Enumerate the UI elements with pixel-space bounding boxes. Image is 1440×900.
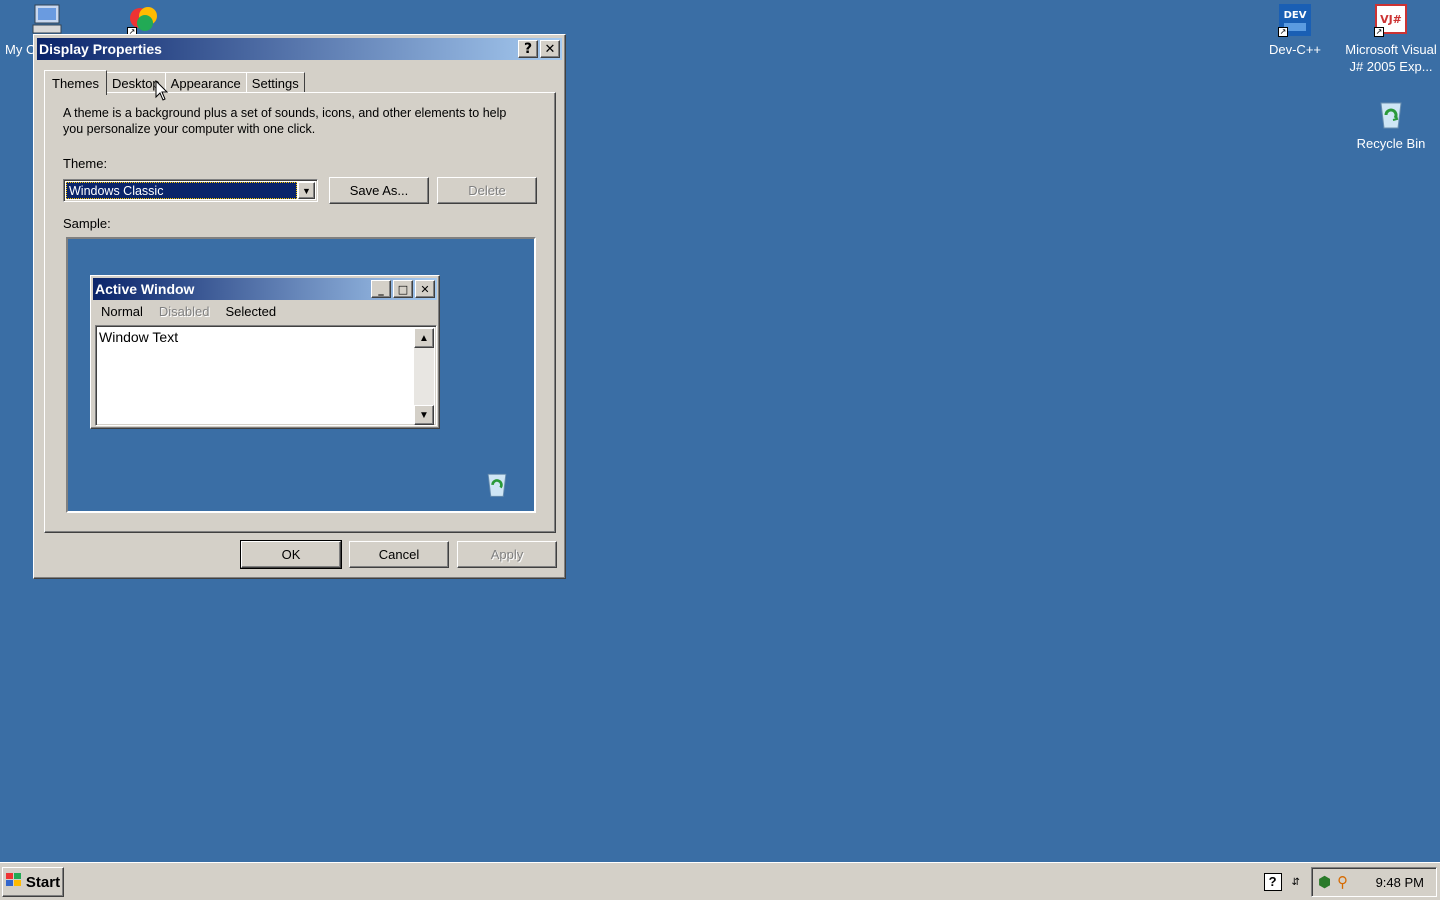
language-bar: ? ⇵ <box>1263 867 1300 897</box>
maximize-icon: □ <box>393 280 413 298</box>
start-label: Start <box>25 873 61 891</box>
vjsharp-icon: VJ# ↗ <box>1374 3 1408 37</box>
sample-window-text: Window Text <box>99 329 179 345</box>
desktop-icon-vjsharp[interactable]: VJ# ↗ Microsoft Visual J# 2005 Exp... <box>1341 3 1440 75</box>
svg-text:DEV: DEV <box>1284 10 1307 21</box>
theme-dropdown-value: Windows Classic <box>66 182 297 199</box>
devcpp-icon: DEV ↗ <box>1278 3 1312 37</box>
scroll-down-icon: ▼ <box>414 405 434 425</box>
theme-label: Theme: <box>63 156 108 171</box>
sample-menu-bar: Normal Disabled Selected <box>93 300 437 322</box>
close-button[interactable]: ✕ <box>540 40 560 58</box>
save-as-button[interactable]: Save As... <box>329 177 429 204</box>
close-icon: ✕ <box>544 41 556 57</box>
ok-button[interactable]: OK <box>240 540 342 569</box>
cancel-button[interactable]: Cancel <box>349 541 449 568</box>
theme-description: A theme is a background plus a set of so… <box>63 106 507 136</box>
themes-tab-panel: A theme is a background plus a set of so… <box>44 92 556 533</box>
sample-menu-normal: Normal <box>101 303 143 319</box>
tab-themes[interactable]: Themes <box>44 70 107 95</box>
sample-active-window: Active Window _ □ ✕ Normal Disabled Sele… <box>90 275 440 429</box>
desktop-icon-label: Microsoft Visual J# 2005 Exp... <box>1345 42 1437 74</box>
tab-appearance[interactable]: Appearance <box>164 72 247 94</box>
help-button[interactable]: ? <box>518 40 538 58</box>
scroll-up-icon: ▲ <box>414 328 434 348</box>
shortcut-arrow-icon: ↗ <box>1374 27 1384 37</box>
clock[interactable]: 9:48 PM <box>1376 875 1424 890</box>
sample-scrollbar: ▲ ▼ <box>414 328 434 425</box>
start-button[interactable]: Start <box>2 867 64 897</box>
sample-menu-selected: Selected <box>225 303 277 319</box>
sample-menu-disabled: Disabled <box>158 303 210 319</box>
sample-label: Sample: <box>63 216 111 231</box>
help-icon[interactable]: ? <box>1263 873 1282 891</box>
mouse-cursor-icon <box>155 79 169 105</box>
search-icon[interactable]: ⚲ <box>1337 873 1348 891</box>
dialog-title: Display Properties <box>39 41 162 57</box>
tab-strip: Themes Desktop Appearance Settings <box>44 68 305 95</box>
shortcut-arrow-icon: ↗ <box>1278 27 1288 37</box>
display-properties-dialog: Display Properties ? ✕ Themes Desktop Ap… <box>33 34 566 579</box>
desktop-icon-recycle-bin[interactable]: Recycle Bin <box>1341 97 1440 152</box>
minimize-icon: _ <box>371 280 391 298</box>
dialog-titlebar[interactable]: Display Properties ? ✕ <box>37 38 562 60</box>
tab-settings[interactable]: Settings <box>245 72 305 94</box>
svg-text:VJ#: VJ# <box>1380 13 1402 26</box>
computer-icon <box>31 3 65 37</box>
language-options-icon[interactable]: ⇵ <box>1292 877 1300 888</box>
apply-button[interactable]: Apply <box>457 541 557 568</box>
chevron-down-icon[interactable]: ▼ <box>298 182 315 199</box>
desktop-icon-label: Dev-C++ <box>1268 42 1322 57</box>
delete-button[interactable]: Delete <box>437 177 537 204</box>
recycle-bin-icon <box>482 469 512 499</box>
sample-window-titlebar: Active Window _ □ ✕ <box>93 278 437 300</box>
sample-window-title: Active Window <box>95 281 195 297</box>
windows-logo-icon <box>5 873 22 891</box>
system-tray: ⬢ ⚲ 9:48 PM <box>1311 867 1437 897</box>
close-icon: ✕ <box>415 280 435 298</box>
desktop-icon-label: Recycle Bin <box>1356 136 1426 151</box>
sample-window-text-area: Window Text ▲ ▼ <box>95 325 437 426</box>
network-icon[interactable]: ⬢ <box>1318 873 1331 891</box>
theme-sample-preview: Active Window _ □ ✕ Normal Disabled Sele… <box>66 237 536 513</box>
desktop-icon-devcpp[interactable]: DEV ↗ Dev-C++ <box>1245 3 1345 58</box>
theme-dropdown[interactable]: Windows Classic ▼ <box>63 179 318 202</box>
taskbar: Start ? ⇵ ⬢ ⚲ 9:48 PM <box>0 862 1440 900</box>
media-launcher-icon: ↗ <box>127 3 161 37</box>
recycle-bin-icon <box>1374 97 1408 131</box>
